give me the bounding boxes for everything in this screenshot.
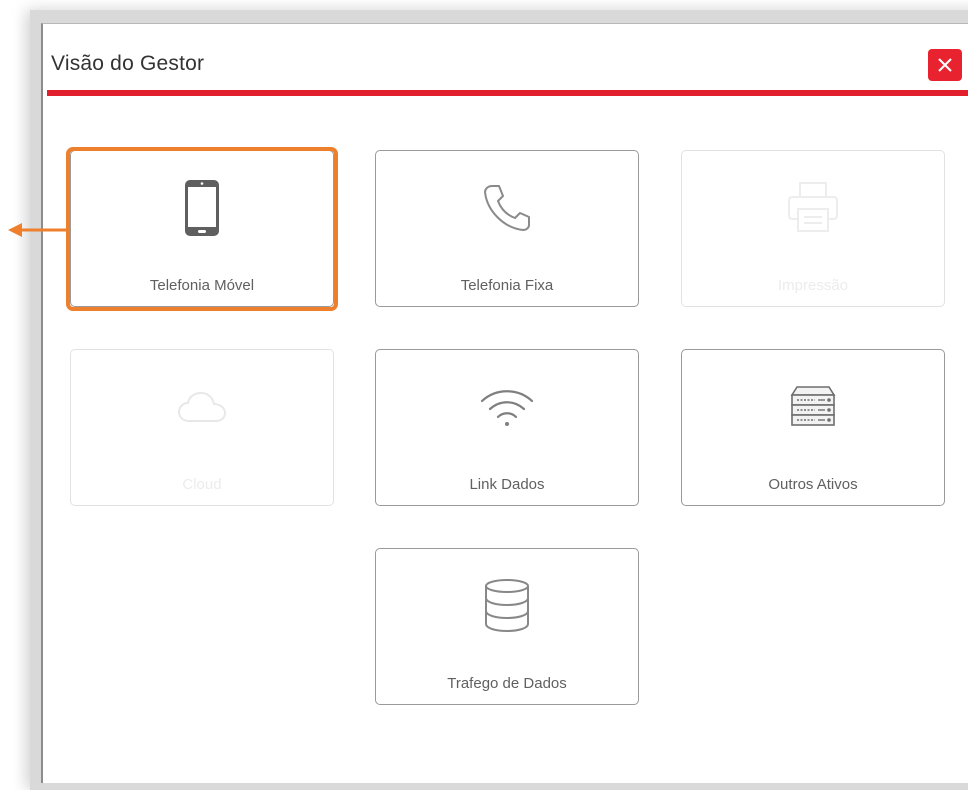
tile-impressao: Impressão: [681, 150, 945, 307]
wifi-icon: [480, 390, 534, 426]
arrow-left-icon: [8, 223, 70, 237]
tile-outros-ativos[interactable]: Outros Ativos: [681, 349, 945, 506]
dialog-title: Visão do Gestor: [51, 52, 205, 75]
tile-label: Trafego de Dados: [447, 675, 567, 692]
mobile-phone-icon: [185, 180, 219, 236]
tile-trafego-de-dados[interactable]: Trafego de Dados: [375, 548, 639, 705]
tile-label: Telefonia Fixa: [460, 277, 554, 294]
tile-cloud: Cloud: [70, 349, 334, 506]
cloud-icon: [177, 391, 227, 422]
tile-telefonia-fixa[interactable]: Telefonia Fixa: [375, 150, 639, 307]
title-divider: [47, 90, 968, 96]
tile-label: Impressão: [777, 277, 849, 294]
printer-icon: [788, 182, 838, 232]
tile-link-dados[interactable]: Link Dados: [375, 349, 639, 506]
tile-telefonia-movel[interactable]: Telefonia Móvel: [70, 150, 334, 307]
close-button[interactable]: [928, 49, 962, 81]
tile-label: Cloud: [182, 476, 222, 493]
phone-handset-icon: [484, 185, 530, 231]
tile-label: Outros Ativos: [768, 476, 858, 493]
database-icon: [485, 579, 529, 633]
server-rack-icon: [790, 386, 836, 426]
tile-label: Telefonia Móvel: [149, 277, 255, 294]
close-x-icon: [938, 58, 952, 72]
tile-label: Link Dados: [469, 476, 545, 493]
